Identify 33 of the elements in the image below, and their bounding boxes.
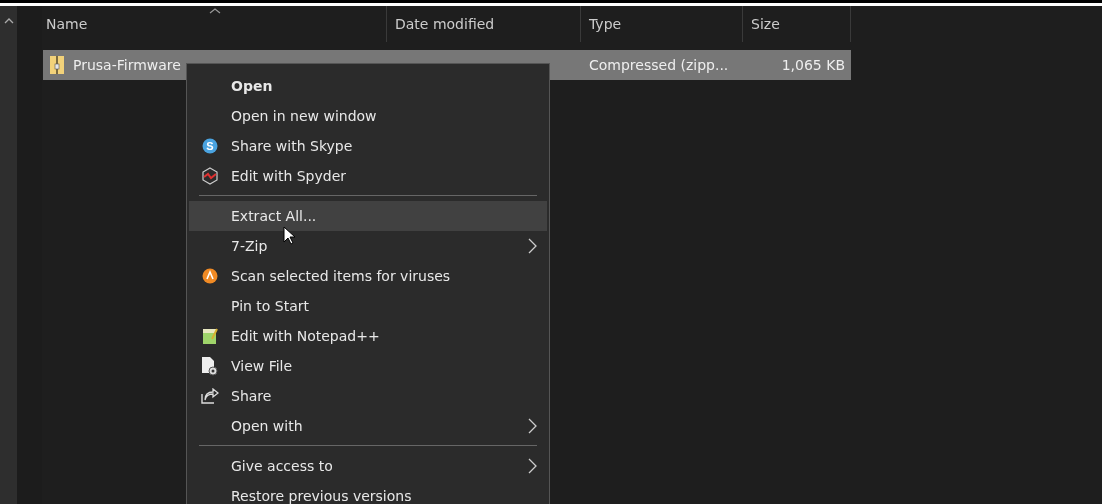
skype-icon: S <box>202 138 218 154</box>
menu-item[interactable]: View File <box>189 351 547 381</box>
menu-item[interactable]: Extract All... <box>189 201 547 231</box>
menu-item[interactable]: 7-Zip <box>189 231 547 261</box>
scrollbar[interactable] <box>0 6 17 504</box>
menu-item[interactable]: Restore previous versions <box>189 481 547 504</box>
menu-item[interactable]: Edit with Spyder <box>189 161 547 191</box>
scroll-up-icon[interactable] <box>3 18 14 24</box>
column-header[interactable]: Type <box>581 6 743 42</box>
menu-item[interactable]: Edit with Notepad++ <box>189 321 547 351</box>
menu-item[interactable]: Scan selected items for viruses <box>189 261 547 291</box>
zip-folder-icon <box>49 55 65 75</box>
column-header[interactable]: Date modified <box>387 6 581 42</box>
menu-item[interactable]: Give access to <box>189 451 547 481</box>
mouse-cursor-icon <box>283 226 296 245</box>
file-size: 1,065 KB <box>780 57 846 73</box>
menu-item[interactable]: Open with <box>189 411 547 441</box>
notepad-icon <box>202 327 218 345</box>
sort-caret-icon <box>208 8 221 14</box>
submenu-chevron-icon <box>528 238 537 254</box>
column-header[interactable]: Size <box>743 6 851 42</box>
submenu-chevron-icon <box>528 458 537 474</box>
document-eye-icon <box>201 356 219 376</box>
submenu-chevron-icon <box>528 418 537 434</box>
menu-item[interactable]: S Share with Skype <box>189 131 547 161</box>
column-header[interactable]: Name <box>43 6 387 42</box>
share-icon <box>201 388 219 404</box>
menu-item[interactable]: Open <box>189 71 547 101</box>
file-type: Compressed (zipp... <box>588 57 730 73</box>
menu-item[interactable]: Pin to Start <box>189 291 547 321</box>
menu-item[interactable]: Open in new window <box>189 101 547 131</box>
menu-item[interactable]: Share <box>189 381 547 411</box>
file-name: Prusa-Firmware <box>73 57 181 73</box>
